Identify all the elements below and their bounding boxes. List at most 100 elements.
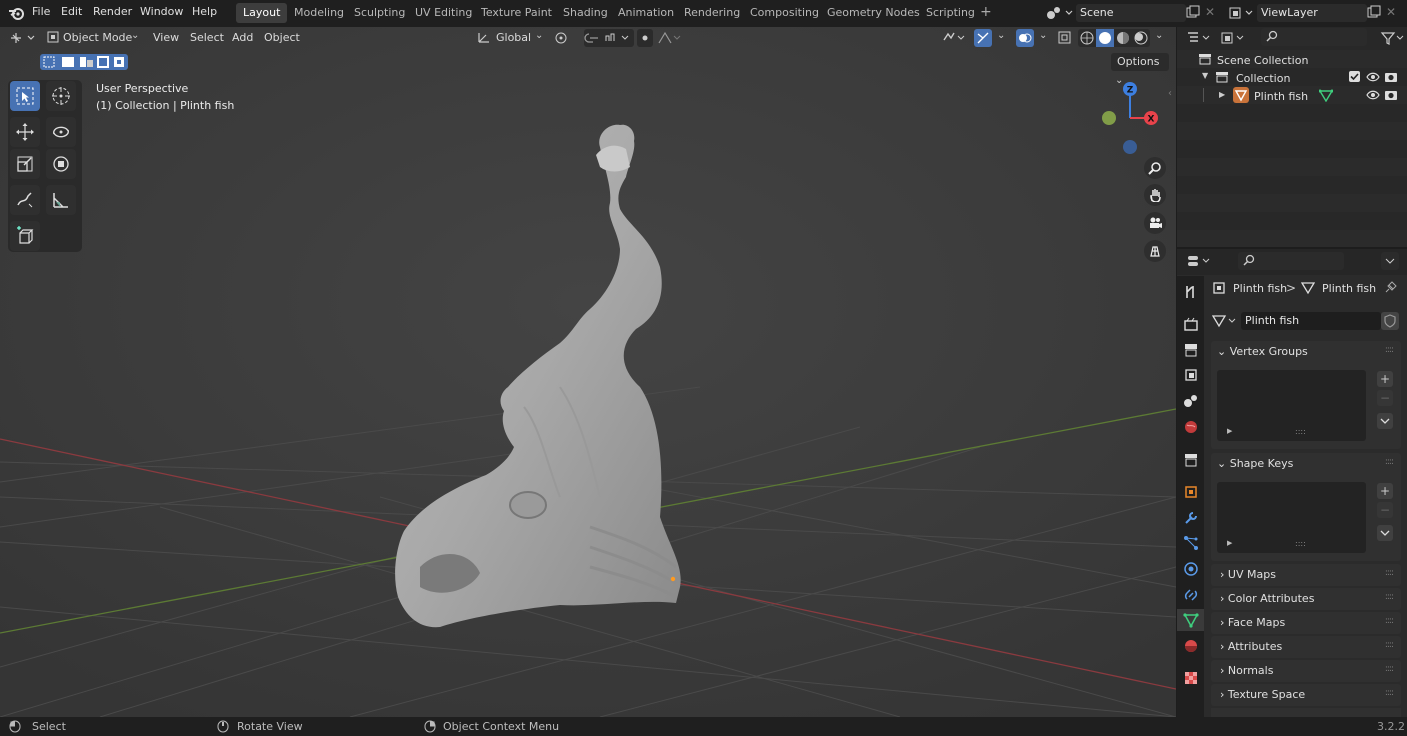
properties-options-dropdown[interactable] (1381, 252, 1399, 270)
menu-render[interactable]: Render (93, 5, 132, 18)
properties-editor-type-icon[interactable] (1186, 253, 1214, 269)
menu-select[interactable]: Select (190, 31, 224, 44)
tab-animation[interactable]: Animation (611, 3, 681, 23)
gizmo-y-axis[interactable] (1102, 111, 1116, 125)
vertex-group-specials-button[interactable] (1377, 413, 1393, 429)
eye-icon[interactable] (1366, 89, 1380, 101)
constraints-icon[interactable] (1183, 587, 1199, 603)
filter-icon[interactable] (1380, 30, 1404, 46)
tab-rendering[interactable]: Rendering (677, 3, 747, 23)
tool-settings-icon[interactable] (1183, 284, 1199, 300)
camera-view-icon[interactable] (1144, 212, 1166, 234)
falloff-icon[interactable] (657, 30, 681, 46)
annotate-tool[interactable] (10, 185, 40, 215)
list-expand-icon[interactable]: ▶ (1227, 539, 1232, 547)
object-visibility-icon[interactable] (942, 30, 968, 46)
tab-sculpting[interactable]: Sculpting (347, 3, 412, 23)
texture-space-panel[interactable]: › Texture Space :::: (1211, 684, 1401, 706)
object-properties-icon[interactable] (1183, 484, 1199, 500)
checkbox-icon[interactable] (1349, 71, 1360, 82)
sidebar-toggle-chevron-icon[interactable]: ‹ (1168, 88, 1172, 99)
tab-layout[interactable]: Layout (236, 3, 288, 23)
remove-shape-key-button[interactable]: − (1377, 502, 1393, 518)
view-layer-field[interactable]: ViewLayer (1257, 4, 1367, 22)
face-maps-panel[interactable]: › Face Maps :::: (1211, 612, 1401, 634)
measure-tool[interactable] (46, 185, 76, 215)
list-resize-grip-icon[interactable]: :::: (1295, 539, 1306, 548)
tab-shading[interactable]: Shading (556, 3, 615, 23)
modifiers-wrench-icon[interactable] (1183, 510, 1199, 526)
pivot-point-icon[interactable] (553, 30, 575, 46)
gizmo-toggle-icon[interactable] (974, 29, 992, 47)
menu-view[interactable]: View (153, 31, 179, 44)
fake-user-shield-icon[interactable] (1381, 312, 1399, 330)
camera-icon[interactable] (1384, 89, 1398, 101)
3d-viewport[interactable] (0, 27, 1176, 717)
breadcrumb-mesh[interactable]: Plinth fish (1322, 282, 1376, 295)
transform-tool[interactable] (46, 149, 76, 179)
physics-icon[interactable] (1183, 561, 1199, 577)
list-resize-grip-icon[interactable]: :::: (1295, 427, 1306, 436)
display-mode-icon[interactable] (1220, 30, 1248, 46)
delete-view-layer-icon[interactable]: ✕ (1386, 5, 1396, 19)
shape-keys-list[interactable]: ▶ :::: (1217, 482, 1366, 553)
xray-toggle-icon[interactable] (1057, 30, 1073, 46)
delete-scene-icon[interactable]: ✕ (1205, 5, 1215, 19)
scene-icon[interactable] (1183, 393, 1199, 409)
attributes-panel[interactable]: › Attributes :::: (1211, 636, 1401, 658)
scale-tool[interactable] (10, 149, 40, 179)
chevron-down-icon[interactable]: ⌄ (1155, 30, 1163, 41)
menu-file[interactable]: File (32, 5, 50, 18)
mesh-browse-icon[interactable] (1211, 313, 1240, 329)
particles-icon[interactable] (1183, 535, 1199, 551)
vertex-groups-list[interactable]: ▶ :::: (1217, 370, 1366, 441)
zoom-icon[interactable] (1144, 157, 1166, 179)
proportional-editing-toggle[interactable] (637, 29, 653, 47)
drag-grip-icon[interactable]: :::: (1385, 640, 1394, 650)
drag-grip-icon[interactable]: :::: (1385, 568, 1394, 578)
view-layer-selector-icon[interactable] (1228, 5, 1256, 21)
cursor-tool[interactable] (46, 81, 76, 111)
editor-type-icon[interactable] (8, 30, 38, 46)
pin-icon[interactable] (1383, 281, 1397, 295)
rotate-tool[interactable] (46, 117, 76, 147)
normals-panel[interactable]: › Normals :::: (1211, 660, 1401, 682)
color-attributes-panel[interactable]: › Color Attributes :::: (1211, 588, 1401, 610)
material-icon[interactable] (1183, 638, 1199, 654)
chevron-down-icon[interactable]: ⌄ (1039, 30, 1047, 41)
move-tool[interactable] (10, 117, 40, 147)
outliner-editor-type-icon[interactable] (1186, 30, 1214, 46)
output-icon[interactable] (1183, 342, 1199, 358)
navigation-gizmo[interactable]: Z X (1095, 78, 1165, 168)
expand-arrow-icon[interactable]: ▼ (1202, 71, 1208, 80)
vertex-groups-title[interactable]: ⌄ Vertex Groups (1217, 345, 1308, 358)
selection-mode-toggles[interactable] (40, 54, 128, 70)
tab-scripting[interactable]: Scripting (919, 3, 982, 23)
eye-icon[interactable] (1366, 71, 1380, 83)
render-icon[interactable] (1183, 316, 1199, 332)
select-box-tool[interactable] (10, 81, 40, 111)
shape-key-specials-button[interactable] (1377, 525, 1393, 541)
world-icon[interactable] (1183, 419, 1199, 435)
menu-edit[interactable]: Edit (61, 5, 82, 18)
drag-grip-icon[interactable]: :::: (1385, 664, 1394, 674)
texture-icon[interactable] (1183, 670, 1199, 686)
drag-grip-icon[interactable]: :::: (1385, 616, 1394, 626)
new-scene-icon[interactable] (1186, 5, 1200, 19)
blender-logo-icon[interactable] (8, 5, 24, 21)
menu-help[interactable]: Help (192, 5, 217, 18)
expand-arrow-icon[interactable]: ▶ (1219, 90, 1225, 99)
chevron-down-icon[interactable]: ⌄ (997, 30, 1005, 41)
perspective-toggle-icon[interactable] (1144, 240, 1166, 262)
properties-search-input[interactable] (1238, 252, 1344, 270)
shape-keys-title[interactable]: ⌄ Shape Keys (1217, 457, 1293, 470)
mesh-data-icon[interactable] (1318, 89, 1334, 103)
drag-grip-icon[interactable]: :::: (1385, 345, 1394, 355)
collection-properties-icon[interactable] (1183, 452, 1199, 468)
add-shape-key-button[interactable]: + (1377, 483, 1393, 499)
tab-compositing[interactable]: Compositing (743, 3, 826, 23)
add-cube-tool[interactable] (10, 221, 40, 251)
menu-object[interactable]: Object (264, 31, 300, 44)
uv-maps-panel[interactable]: › UV Maps :::: (1211, 564, 1401, 586)
menu-window[interactable]: Window (140, 5, 183, 18)
